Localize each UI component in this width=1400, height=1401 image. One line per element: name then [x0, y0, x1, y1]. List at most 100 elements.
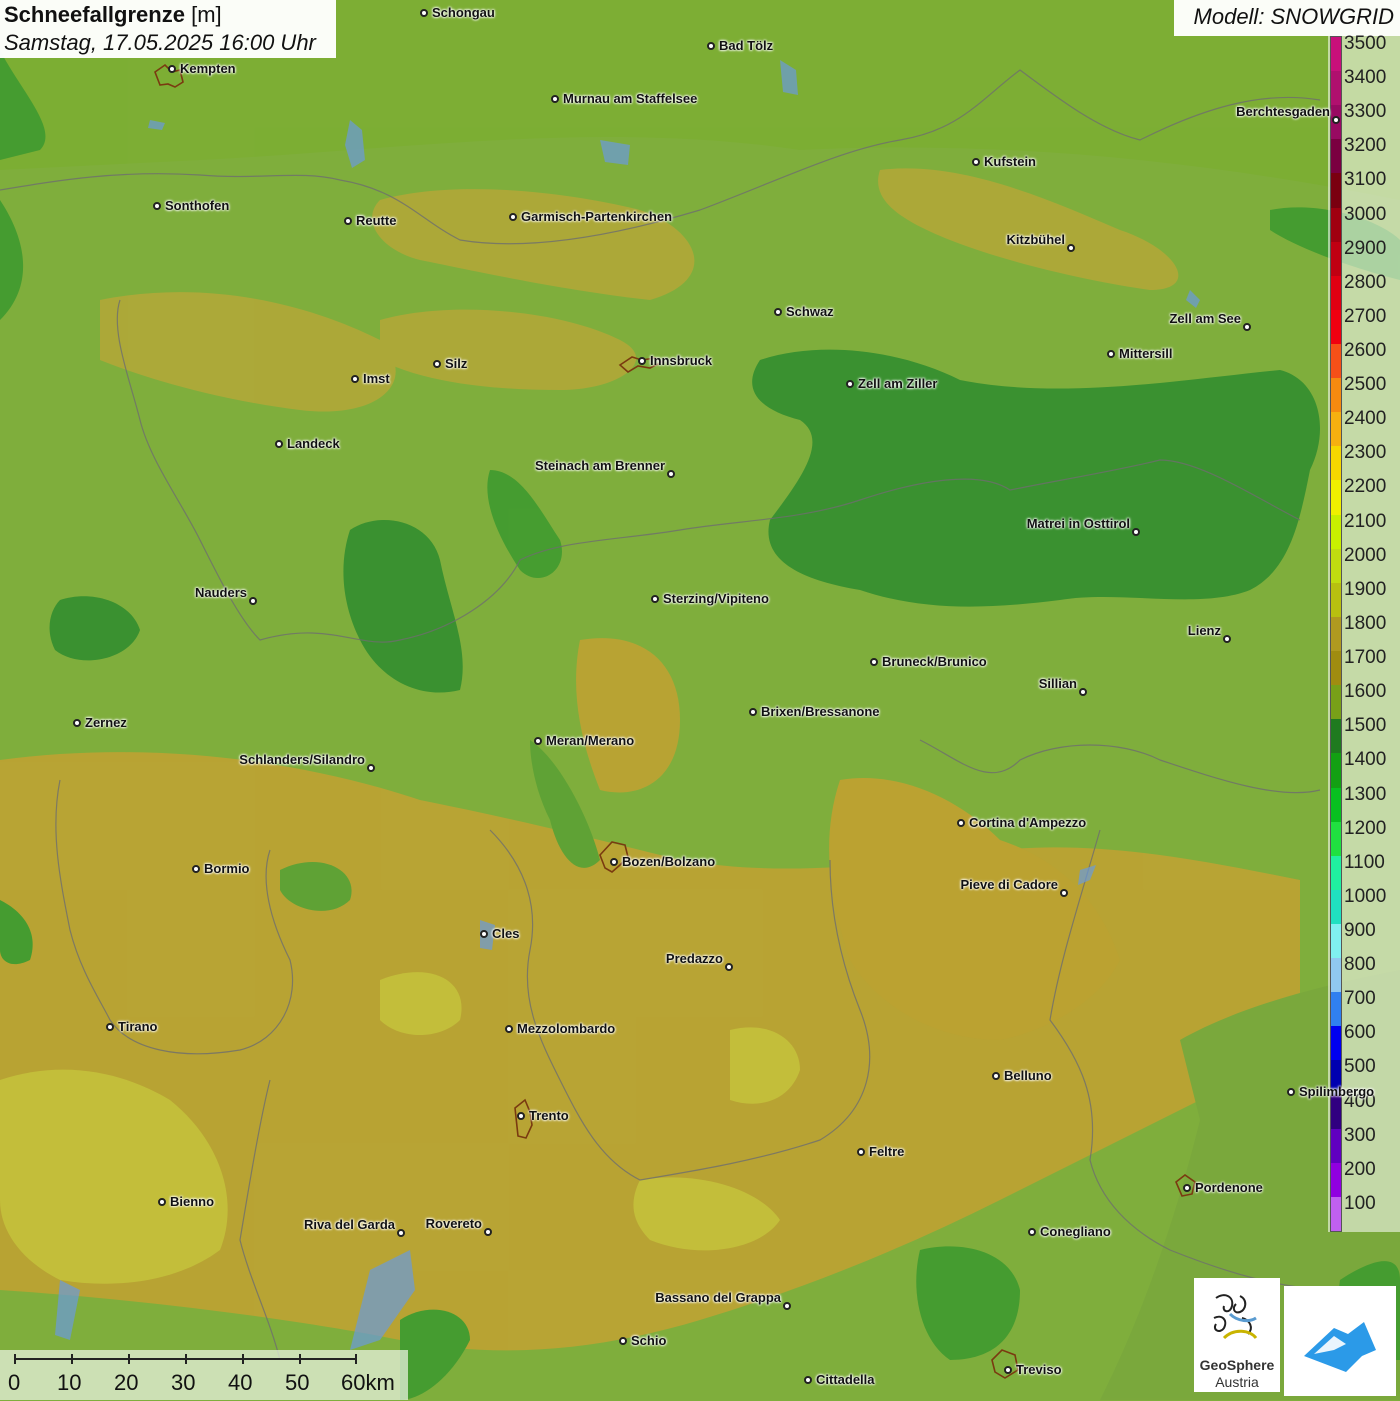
- legend-label: 1200: [1344, 817, 1387, 839]
- city-label: Belluno: [1004, 1068, 1052, 1083]
- city-marker-dot[interactable]: [1028, 1228, 1036, 1236]
- city-marker-dot[interactable]: [957, 819, 965, 827]
- parameter-unit: [m]: [191, 2, 222, 27]
- city-marker-dot[interactable]: [774, 308, 782, 316]
- city-marker-dot[interactable]: [1132, 528, 1140, 536]
- legend-color-swatch: [1331, 1094, 1341, 1130]
- city-marker-dot[interactable]: [480, 930, 488, 938]
- city-marker-dot[interactable]: [783, 1302, 791, 1310]
- legend-color-swatch: [1331, 37, 1341, 72]
- legend-color-swatch: [1331, 309, 1341, 345]
- city-marker-dot[interactable]: [638, 357, 646, 365]
- city-label: Cittadella: [816, 1372, 875, 1387]
- city-label: Matrei in Osttirol: [1026, 516, 1130, 531]
- city-marker-dot[interactable]: [857, 1148, 865, 1156]
- city-marker-dot[interactable]: [846, 380, 854, 388]
- legend-label: 2200: [1344, 476, 1387, 498]
- legend-label: 3400: [1344, 67, 1387, 89]
- city-marker-dot[interactable]: [972, 158, 980, 166]
- legend-color-swatch: [1331, 1026, 1341, 1061]
- city-marker-dot[interactable]: [275, 440, 283, 448]
- city-marker-dot[interactable]: [551, 95, 559, 103]
- city-label: Reutte: [356, 213, 397, 228]
- city-marker-dot[interactable]: [420, 9, 428, 17]
- city-marker-dot[interactable]: [804, 1376, 812, 1384]
- city-marker-dot[interactable]: [509, 213, 517, 221]
- city-label: Brixen/Bressanone: [761, 704, 880, 719]
- city-label: Kitzbühel: [1006, 232, 1066, 247]
- city-label: Sonthofen: [165, 198, 230, 213]
- city-marker-dot[interactable]: [1243, 323, 1251, 331]
- city-marker-dot[interactable]: [351, 375, 359, 383]
- city-marker-dot[interactable]: [1107, 350, 1115, 358]
- legend-label: 3100: [1344, 169, 1387, 191]
- legend-color-swatch: [1331, 923, 1341, 959]
- city-label: Bienno: [170, 1194, 215, 1209]
- city-marker-dot[interactable]: [651, 595, 659, 603]
- legend-label: 2800: [1344, 271, 1387, 293]
- city-marker-dot[interactable]: [1079, 688, 1087, 696]
- city-label: Bozen/Bolzano: [622, 854, 716, 869]
- city-marker-dot[interactable]: [1067, 244, 1075, 252]
- city-marker-dot[interactable]: [707, 42, 715, 50]
- legend-label: 2900: [1344, 237, 1387, 259]
- legend-label: 2500: [1344, 374, 1387, 396]
- legend-label: 1400: [1344, 749, 1387, 771]
- city-label: Cortina d'Ampezzo: [969, 815, 1087, 830]
- scale-bar: 0 10 20 30 40 50 60km: [0, 1350, 408, 1400]
- city-marker-dot[interactable]: [158, 1198, 166, 1206]
- city-marker-dot[interactable]: [433, 360, 441, 368]
- mountain-app-icon: [1304, 1322, 1376, 1372]
- city-label: Bruneck/Brunico: [882, 654, 987, 669]
- legend-color-swatch: [1331, 1196, 1341, 1232]
- scale-label: 50: [285, 1370, 310, 1395]
- legend-color-swatch: [1331, 207, 1341, 243]
- city-marker-dot[interactable]: [249, 597, 257, 605]
- city-label: Sillian: [1038, 676, 1077, 691]
- city-marker-dot[interactable]: [153, 202, 161, 210]
- city-marker-dot[interactable]: [192, 865, 200, 873]
- city-marker-dot[interactable]: [610, 858, 618, 866]
- city-marker-dot[interactable]: [73, 719, 81, 727]
- city-marker-dot[interactable]: [1223, 635, 1231, 643]
- city-marker-dot[interactable]: [484, 1228, 492, 1236]
- city-marker-dot[interactable]: [749, 708, 757, 716]
- geosphere-logo[interactable]: GeoSphere Austria: [1194, 1278, 1280, 1392]
- city-marker-dot[interactable]: [1332, 116, 1340, 124]
- legend-label: 1500: [1344, 715, 1387, 737]
- legend-label: 200: [1344, 1158, 1376, 1180]
- scale-tick: [128, 1354, 130, 1364]
- legend-label: 2000: [1344, 544, 1387, 566]
- city-marker-dot[interactable]: [1183, 1184, 1191, 1192]
- city-marker-dot[interactable]: [667, 470, 675, 478]
- legend-label: 1300: [1344, 783, 1387, 805]
- city-marker-dot[interactable]: [505, 1025, 513, 1033]
- scale-tick: [185, 1354, 187, 1364]
- city-marker-dot[interactable]: [534, 737, 542, 745]
- city-marker-dot[interactable]: [619, 1337, 627, 1345]
- city-label: Conegliano: [1040, 1224, 1111, 1239]
- scale-label: 40: [228, 1370, 253, 1395]
- city-marker-dot[interactable]: [367, 764, 375, 772]
- forecast-datetime: Samstag, 17.05.2025 16:00 Uhr: [4, 30, 316, 55]
- city-marker-dot[interactable]: [1287, 1088, 1295, 1096]
- legend-color-swatch: [1331, 651, 1341, 686]
- legend-color-swatch: [1331, 719, 1341, 754]
- city-marker-dot[interactable]: [517, 1112, 525, 1120]
- city-marker-dot[interactable]: [870, 658, 878, 666]
- city-marker-dot[interactable]: [397, 1229, 405, 1237]
- legend-label: 800: [1344, 954, 1376, 976]
- app-logo[interactable]: [1284, 1286, 1396, 1396]
- city-marker-dot[interactable]: [344, 217, 352, 225]
- legend-label: 300: [1344, 1124, 1376, 1146]
- city-marker-dot[interactable]: [725, 963, 733, 971]
- city-marker-dot[interactable]: [1060, 889, 1068, 897]
- city-label: Feltre: [869, 1144, 905, 1159]
- city-marker-dot[interactable]: [106, 1023, 114, 1031]
- city-marker-dot[interactable]: [992, 1072, 1000, 1080]
- legend-label: 3200: [1344, 135, 1387, 157]
- city-marker-dot[interactable]: [1004, 1366, 1012, 1374]
- city-marker-dot[interactable]: [168, 65, 176, 73]
- legend-label: 1900: [1344, 578, 1387, 600]
- city-label: Sterzing/Vipiteno: [663, 591, 769, 606]
